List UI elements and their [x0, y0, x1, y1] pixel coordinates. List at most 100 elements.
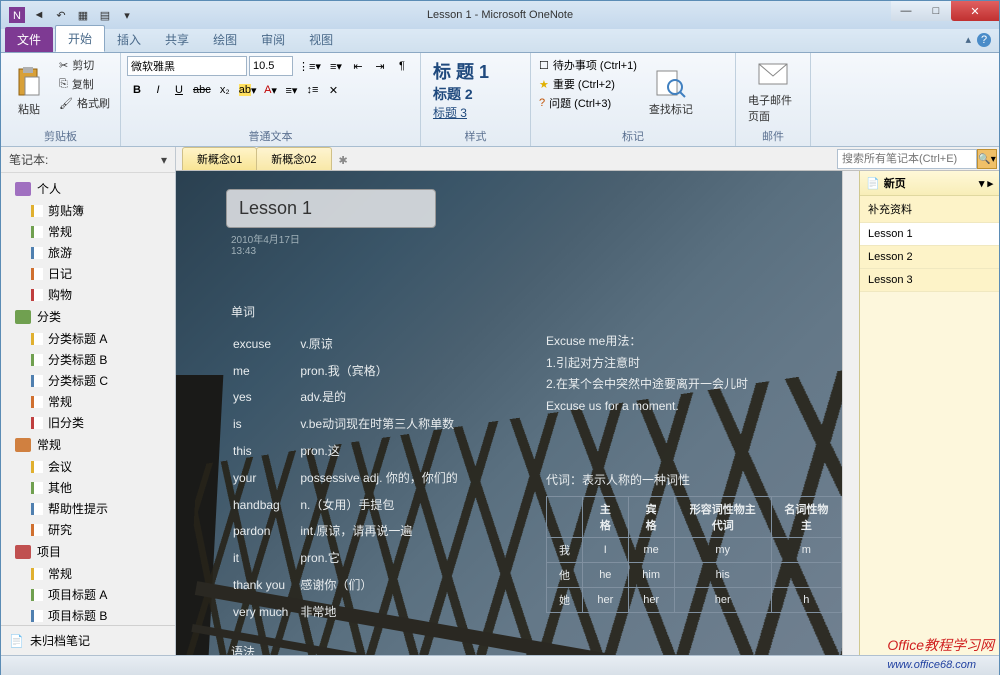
vertical-scrollbar[interactable] [842, 171, 859, 655]
section-item[interactable]: 分类标题 A [1, 328, 175, 349]
qat-undo-icon[interactable]: ↶ [51, 5, 71, 25]
section-item[interactable]: 帮助性提示 [1, 498, 175, 519]
minimize-button[interactable]: — [891, 1, 921, 21]
tag-question[interactable]: ?问题 (Ctrl+3) [537, 94, 639, 112]
watermark: Office教程学习网 www.office68.com [887, 635, 994, 671]
scissors-icon: ✂ [59, 59, 68, 72]
vocab-def: v.be动词现在时第三人称单数 [300, 412, 467, 437]
section-item[interactable]: 常规 [1, 391, 175, 412]
section-item[interactable]: 其他 [1, 477, 175, 498]
pronoun-table[interactable]: 主格 宾格 形容词性物主代词 名词性物主 我Imemym他hehimhis她he… [546, 496, 842, 613]
new-page-icon: 📄 [866, 177, 880, 190]
section-item[interactable]: 项目标题 A [1, 584, 175, 605]
cut-button[interactable]: ✂剪切 [55, 56, 114, 74]
section-item[interactable]: 旧分类 [1, 412, 175, 433]
spacing-button[interactable]: ↕≡ [303, 80, 323, 100]
sidebar-header[interactable]: 笔记本:▾ [1, 147, 175, 173]
window-controls: — □ ✕ [891, 1, 999, 21]
unfiled-notes[interactable]: 📄未归档笔记 [1, 625, 175, 655]
qat-view1-icon[interactable]: ▦ [73, 5, 93, 25]
numbering-button[interactable]: ≡▾ [326, 56, 346, 76]
search-input[interactable] [837, 149, 977, 169]
notebook-personal[interactable]: 个人 [1, 177, 175, 200]
tab-insert[interactable]: 插入 [105, 27, 153, 52]
copy-button[interactable]: ⎘复制 [55, 75, 114, 93]
find-tags-button[interactable]: 查找标记 [643, 56, 699, 127]
page-canvas[interactable]: Lesson 1 2010年4月17日 13:43 单词 excusev.原谅m… [176, 171, 842, 655]
italic-button[interactable]: I [148, 80, 168, 100]
section-item[interactable]: 项目标题 B [1, 605, 175, 625]
vocab-word: me [233, 359, 298, 384]
help-icon[interactable]: ? [977, 33, 991, 47]
onenote-icon[interactable]: N [7, 5, 27, 25]
maximize-button[interactable]: □ [921, 1, 951, 21]
tag-todo[interactable]: ☐待办事项 (Ctrl+1) [537, 56, 639, 74]
style-heading2[interactable]: 标题 2 [429, 84, 522, 104]
note-icon: 📄 [9, 634, 24, 648]
page-title-container[interactable]: Lesson 1 [226, 189, 436, 228]
underline-button[interactable]: U [169, 80, 189, 100]
section-icon [31, 375, 43, 387]
new-page-button[interactable]: 📄新页▾ ▸ [860, 171, 999, 196]
close-button[interactable]: ✕ [951, 1, 999, 21]
font-family-select[interactable] [127, 56, 247, 76]
tag-important[interactable]: ★重要 (Ctrl+2) [537, 75, 639, 93]
section-item[interactable]: 研究 [1, 519, 175, 540]
section-item[interactable]: 常规 [1, 221, 175, 242]
section-item[interactable]: 日记 [1, 263, 175, 284]
page-list-item[interactable]: Lesson 1 [860, 223, 999, 246]
section-item[interactable]: 旅游 [1, 242, 175, 263]
notebook-project[interactable]: 项目 [1, 540, 175, 563]
strike-button[interactable]: abc [190, 80, 214, 100]
section-item[interactable]: 常规 [1, 563, 175, 584]
page-list-item[interactable]: Lesson 3 [860, 269, 999, 292]
notebook-general[interactable]: 常规 [1, 433, 175, 456]
style-heading1[interactable]: 标 题 1 [429, 58, 522, 84]
format-painter-button[interactable]: 🖌格式刷 [55, 94, 114, 112]
section-tab[interactable]: 新概念01 [182, 147, 257, 170]
section-item[interactable]: 分类标题 C [1, 370, 175, 391]
paste-button[interactable]: 粘贴 [7, 56, 51, 127]
star-icon: ★ [539, 78, 549, 91]
tab-home[interactable]: 开始 [55, 25, 105, 52]
tab-share[interactable]: 共享 [153, 27, 201, 52]
tab-draw[interactable]: 绘图 [201, 27, 249, 52]
page-list-item[interactable]: Lesson 2 [860, 246, 999, 269]
section-item[interactable]: 会议 [1, 456, 175, 477]
bold-button[interactable]: B [127, 80, 147, 100]
font-color-button[interactable]: A▾ [261, 80, 281, 100]
vocab-def: pron.我（宾格） [300, 359, 467, 384]
notebook-icon [15, 310, 31, 324]
font-size-select[interactable] [249, 56, 293, 76]
grammar-header: 语法 [231, 641, 470, 655]
subscript-button[interactable]: x₂ [215, 80, 235, 100]
search-button[interactable]: 🔍▾ [977, 149, 997, 169]
qat-dropdown-icon[interactable]: ▾ [117, 5, 137, 25]
qat-back-icon[interactable]: ◄ [29, 5, 49, 25]
vocab-def: possessive adj. 你的，你们的 [300, 466, 467, 491]
outdent-button[interactable]: ⇤ [348, 56, 368, 76]
bullets-button[interactable]: ⋮≡▾ [295, 56, 324, 76]
highlight-button[interactable]: ab▾ [236, 80, 260, 100]
clear-format-button[interactable]: ✕ [324, 80, 344, 100]
pronoun-title[interactable]: 代词：表示人称的一种词性 [546, 471, 690, 488]
align-button[interactable]: ≡▾ [282, 80, 302, 100]
qat-view2-icon[interactable]: ▤ [95, 5, 115, 25]
new-section-button[interactable]: ✱ [331, 151, 356, 170]
section-item[interactable]: 分类标题 B [1, 349, 175, 370]
tab-file[interactable]: 文件 [5, 27, 53, 52]
page-list-item[interactable]: 补充资料 [860, 196, 999, 223]
email-page-button[interactable]: 电子邮件页面 [742, 56, 804, 126]
section-tab[interactable]: 新概念02 [256, 147, 331, 170]
section-item[interactable]: 购物 [1, 284, 175, 305]
vocab-notes[interactable]: 单词 excusev.原谅mepron.我（宾格）yesadv.是的isv.be… [231, 301, 470, 655]
section-item[interactable]: 剪贴簿 [1, 200, 175, 221]
tab-view[interactable]: 视图 [297, 27, 345, 52]
style-heading3[interactable]: 标题 3 [429, 104, 522, 121]
indent-button[interactable]: ⇥ [370, 56, 390, 76]
usage-notes[interactable]: Excuse me用法： 1.引起对方注意时 2.在某个会中突然中途要离开一会儿… [546, 331, 748, 417]
tab-review[interactable]: 审阅 [249, 27, 297, 52]
paragraph-button[interactable]: ¶ [392, 56, 412, 76]
minimize-ribbon-icon[interactable]: ▴ [965, 33, 971, 47]
notebook-category[interactable]: 分类 [1, 305, 175, 328]
